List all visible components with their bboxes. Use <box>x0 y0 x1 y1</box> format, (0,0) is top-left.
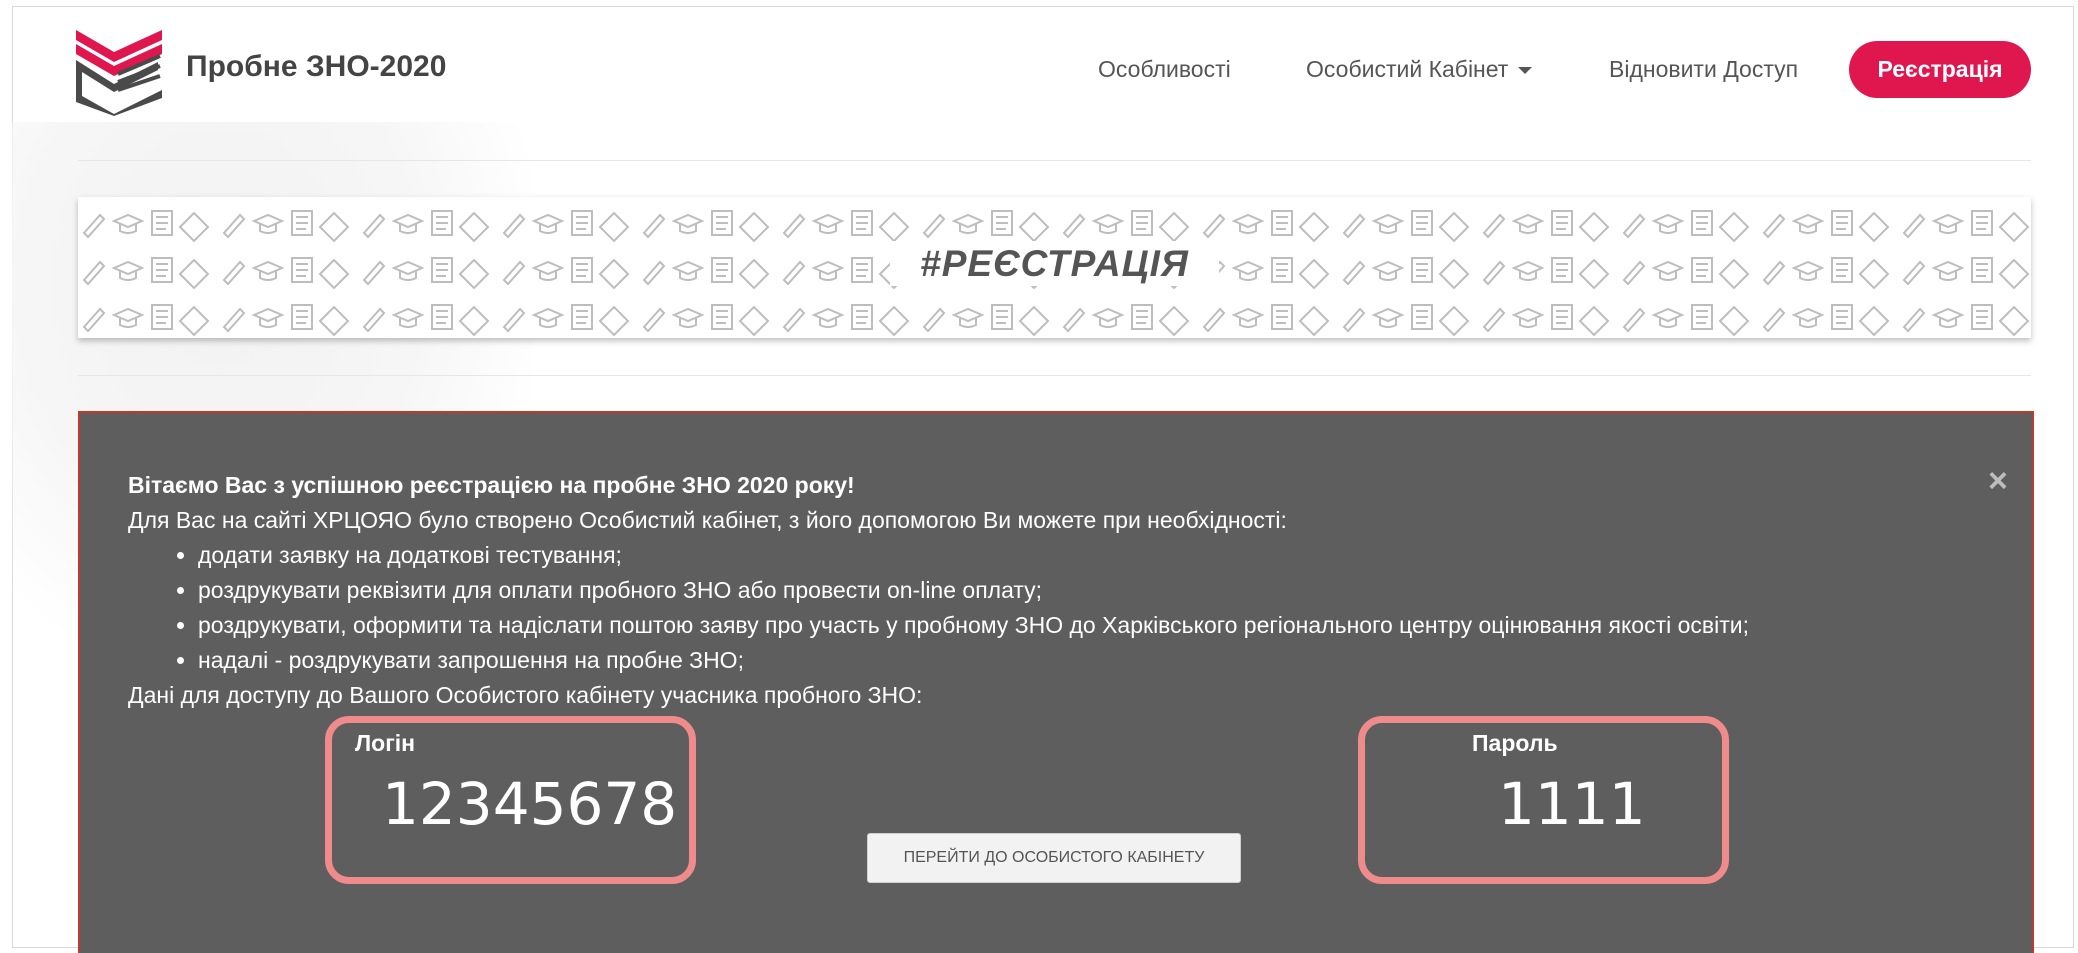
goto-cabinet-button[interactable]: Перейти до особистого кабінету <box>867 833 1241 883</box>
divider <box>78 160 2031 161</box>
features-list: додати заявку на додаткові тестування; р… <box>128 538 1988 678</box>
alert-heading: Вітаємо Вас з успішною реєстрацією на пр… <box>128 472 855 498</box>
nav-personal-cabinet-label: Особистий Кабінет <box>1306 56 1509 82</box>
logo-icon[interactable] <box>74 26 164 116</box>
nav-restore-access[interactable]: Відновити Доступ <box>1609 56 1798 83</box>
list-item: роздрукувати, оформити та надіслати пошт… <box>198 608 1988 643</box>
alert-message: Вітаємо Вас з успішною реєстрацією на пр… <box>128 468 1988 713</box>
caret-down-icon <box>1518 67 1533 75</box>
list-item: надалі - роздрукувати запрошення на проб… <box>198 643 1988 678</box>
list-item: додати заявку на додаткові тестування; <box>198 538 1988 573</box>
password-highlight <box>1358 716 1729 884</box>
nav-personal-cabinet[interactable]: Особистий Кабінет <box>1306 56 1533 83</box>
brand-title[interactable]: Пробне ЗНО-2020 <box>186 50 446 84</box>
register-button[interactable]: Реєстрація <box>1849 41 2031 98</box>
alert-intro: Для Вас на сайті ХРЦОЯО було створено Ос… <box>128 507 1287 533</box>
divider <box>78 375 2031 376</box>
nav-features[interactable]: Особливості <box>1098 56 1231 83</box>
close-icon[interactable]: × <box>1988 462 2008 501</box>
banner-title: #РЕЄСТРАЦІЯ <box>78 241 2031 286</box>
list-item: роздрукувати реквізити для оплати пробно… <box>198 573 1988 608</box>
login-highlight <box>325 716 696 884</box>
page-banner: #РЕЄСТРАЦІЯ <box>78 197 2031 338</box>
access-text: Дані для доступу до Вашого Особистого ка… <box>128 682 923 708</box>
